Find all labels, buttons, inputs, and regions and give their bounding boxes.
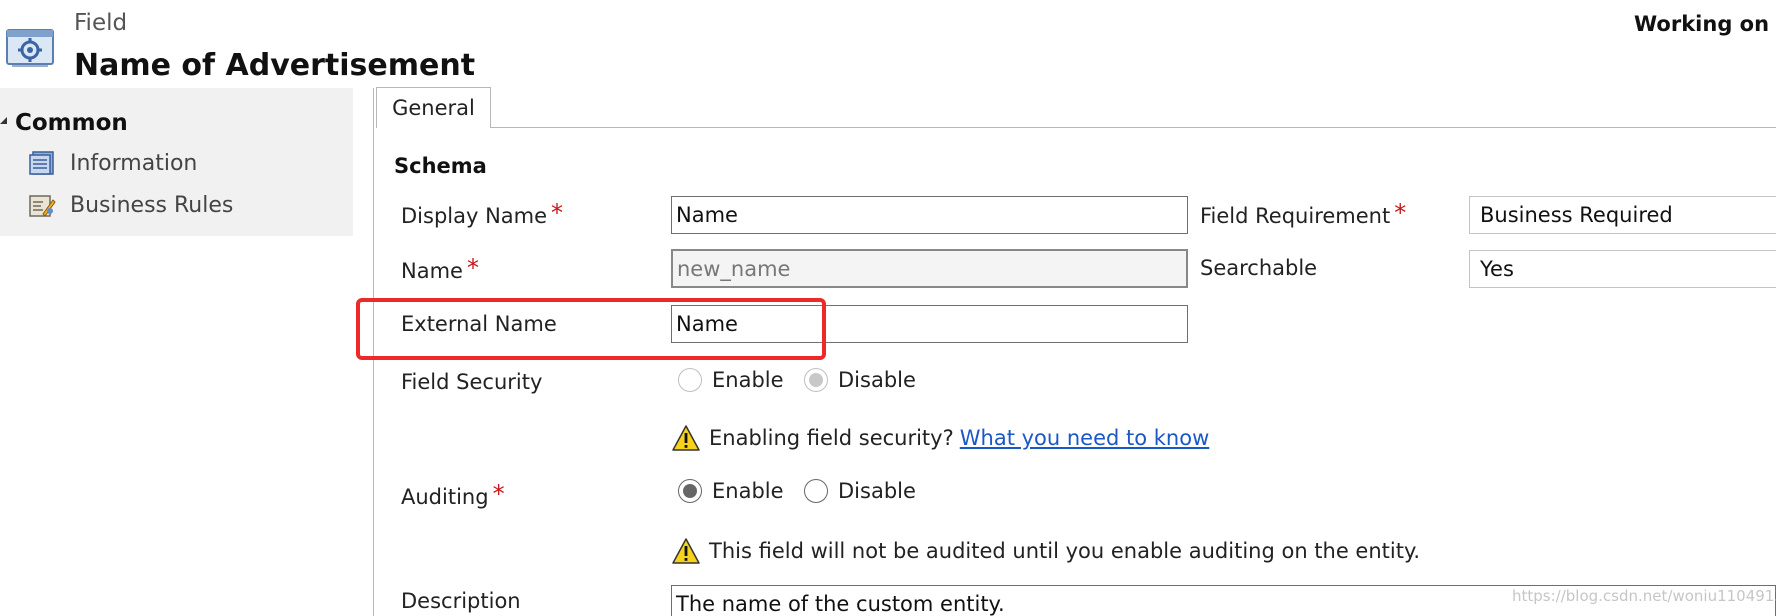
auditing-disable-radio[interactable]: Disable <box>804 479 916 503</box>
page-title: Name of Advertisement <box>74 48 476 83</box>
record-type-label: Field <box>74 10 128 36</box>
annotation-highlight-box <box>356 298 826 360</box>
tab-general[interactable]: General <box>376 87 491 128</box>
field-security-label: Field Security <box>401 370 543 394</box>
warning-icon <box>672 538 700 564</box>
required-indicator: * <box>466 254 479 282</box>
searchable-select[interactable]: Yes <box>1469 250 1776 288</box>
watermark-text: https://blog.csdn.net/woniu1104913 <box>1512 587 1776 605</box>
description-label: Description <box>401 589 521 613</box>
nav-item-business-rules[interactable]: Business Rules <box>28 188 233 222</box>
display-name-input[interactable]: Name <box>671 196 1188 234</box>
auditing-warning: This field will not be audited until you… <box>671 537 1420 565</box>
nav-item-label: Information <box>70 150 198 176</box>
collapse-triangle-icon[interactable] <box>0 117 7 124</box>
radio-circle <box>804 479 828 503</box>
working-on-status: Working on so <box>1634 12 1776 36</box>
required-indicator: * <box>1394 199 1407 227</box>
auditing-label: Auditing * <box>401 480 505 509</box>
name-label: Name * <box>401 254 479 283</box>
what-you-need-to-know-link[interactable]: What you need to know <box>960 426 1210 450</box>
tab-strip-line <box>490 127 1776 128</box>
display-name-label: Display Name * <box>401 199 564 228</box>
required-indicator: * <box>492 480 505 508</box>
name-input: new_name <box>671 249 1188 288</box>
nav-item-label: Business Rules <box>70 192 234 218</box>
section-title-schema: Schema <box>394 154 487 178</box>
entity-field-icon <box>6 28 56 68</box>
nav-item-information[interactable]: Information <box>28 146 197 180</box>
warning-icon <box>672 425 700 451</box>
required-indicator: * <box>551 199 564 227</box>
nav-section-common[interactable]: Common <box>15 110 128 136</box>
radio-circle <box>678 479 702 503</box>
searchable-label: Searchable <box>1200 256 1318 280</box>
field-security-enable-radio: Enable <box>678 368 784 392</box>
field-requirement-label: Field Requirement * <box>1200 199 1407 228</box>
radio-circle <box>678 368 702 392</box>
field-requirement-select[interactable]: Business Required <box>1469 196 1776 234</box>
field-security-warning: Enabling field security? What you need t… <box>671 424 1209 452</box>
information-icon <box>29 151 54 175</box>
field-security-disable-radio: Disable <box>804 368 916 392</box>
business-rules-icon <box>29 195 56 217</box>
auditing-enable-radio[interactable]: Enable <box>678 479 784 503</box>
radio-circle <box>804 368 828 392</box>
